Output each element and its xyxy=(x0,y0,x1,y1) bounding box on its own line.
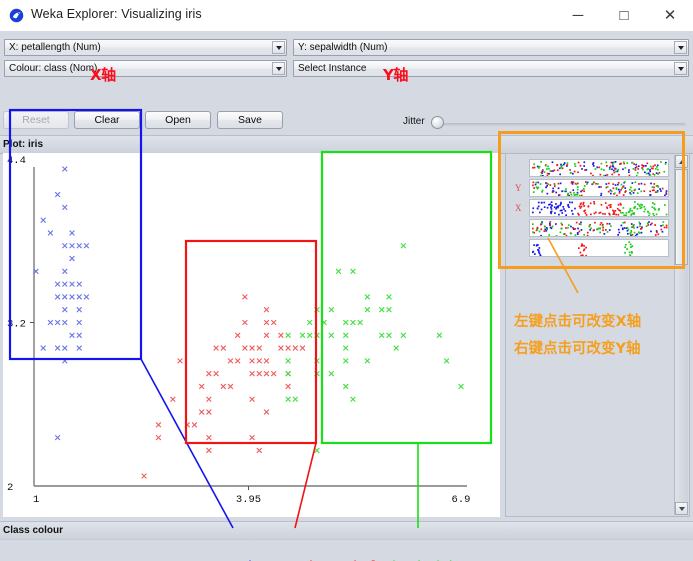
close-button[interactable]: ✕ xyxy=(647,0,693,31)
svg-text:6.9: 6.9 xyxy=(452,494,471,506)
colour-select-value: Colour: class (Nom) xyxy=(9,63,98,74)
annotation-y-axis-label: Y轴 xyxy=(383,66,408,84)
minimize-button[interactable]: ─ xyxy=(555,0,601,31)
weka-bird-icon xyxy=(9,8,24,23)
attribute-strip-row[interactable] xyxy=(529,159,669,177)
plot-header-title: Plot: iris xyxy=(3,139,44,150)
plot-header-bar: Plot: iris xyxy=(0,135,693,154)
jitter-label: Jitter xyxy=(403,116,425,127)
attribute-strip-plot xyxy=(532,161,667,176)
minimize-icon: ─ xyxy=(572,7,584,24)
attribute-strip-plot xyxy=(532,201,668,216)
y-axis-select[interactable]: Y: sepalwidth (Num) xyxy=(293,39,689,56)
attribute-strip-plot xyxy=(532,181,668,196)
svg-text:3.95: 3.95 xyxy=(236,494,261,506)
annotation-left-click-text: 左键点击可改变X轴 xyxy=(514,314,642,330)
window-title: Weka Explorer: Visualizing iris xyxy=(31,7,202,21)
scatter-plot-svg: 4.4 3.2 2 1 3.95 6.9 xyxy=(7,155,471,506)
close-icon: ✕ xyxy=(663,7,677,24)
attribute-strip-list[interactable]: YX xyxy=(511,159,669,261)
scroll-up-arrow-icon[interactable] xyxy=(675,155,688,168)
colour-select[interactable]: Colour: class (Nom) xyxy=(4,60,287,77)
jitter-slider-thumb[interactable] xyxy=(431,116,444,129)
svg-text:2: 2 xyxy=(7,482,13,494)
y-axis-select-value: Y: sepalwidth (Num) xyxy=(298,42,388,53)
attribute-strip-panel[interactable]: YX xyxy=(505,153,690,517)
save-button[interactable]: Save xyxy=(217,111,283,129)
svg-text:1: 1 xyxy=(33,494,39,506)
scrollbar-thumb[interactable] xyxy=(675,169,688,265)
svg-text:4.4: 4.4 xyxy=(7,155,26,167)
jitter-slider-track[interactable] xyxy=(440,123,686,127)
class-colour-header-bar: Class colour xyxy=(0,521,693,540)
strip-tag-y: Y xyxy=(515,183,522,193)
attribute-strip-row[interactable] xyxy=(529,179,669,197)
attribute-strip-row[interactable] xyxy=(529,219,669,237)
svg-text:3.2: 3.2 xyxy=(7,319,26,331)
weka-explorer-window: Weka Explorer: Visualizing iris ─ □ ✕ X:… xyxy=(0,0,693,561)
attribute-strip-plot xyxy=(532,221,668,236)
maximize-button[interactable]: □ xyxy=(601,0,647,31)
x-axis-select[interactable]: X: petallength (Num) xyxy=(4,39,287,56)
annotation-right-click-text: 右键点击可改变Y轴 xyxy=(514,341,641,357)
strip-tag-x: X xyxy=(515,203,522,213)
maximize-icon: □ xyxy=(619,7,629,24)
annotation-x-axis-label: X轴 xyxy=(90,66,116,84)
attribute-panel-scrollbar[interactable] xyxy=(674,155,688,515)
select-instance-select[interactable]: Select Instance xyxy=(293,60,689,77)
attribute-strip-plot xyxy=(532,241,634,256)
chevron-down-icon[interactable] xyxy=(674,62,687,75)
attribute-strip-row[interactable] xyxy=(529,199,669,217)
chevron-down-icon[interactable] xyxy=(272,41,285,54)
attribute-strip-row[interactable] xyxy=(529,239,669,257)
chevron-down-icon[interactable] xyxy=(674,41,687,54)
open-button[interactable]: Open xyxy=(145,111,211,129)
scatter-plot-canvas[interactable]: 4.4 3.2 2 1 3.95 6.9 xyxy=(3,153,500,517)
x-axis-select-value: X: petallength (Num) xyxy=(9,42,101,53)
class-colour-title: Class colour xyxy=(3,525,64,536)
reset-button[interactable]: Reset xyxy=(3,111,69,129)
window-body: X: petallength (Num) Colour: class (Nom)… xyxy=(0,31,693,561)
chevron-down-icon[interactable] xyxy=(272,62,285,75)
window-title-bar: Weka Explorer: Visualizing iris ─ □ ✕ xyxy=(0,0,693,32)
select-instance-value: Select Instance xyxy=(298,63,367,74)
scroll-down-arrow-icon[interactable] xyxy=(675,502,688,515)
clear-button[interactable]: Clear xyxy=(74,111,140,129)
